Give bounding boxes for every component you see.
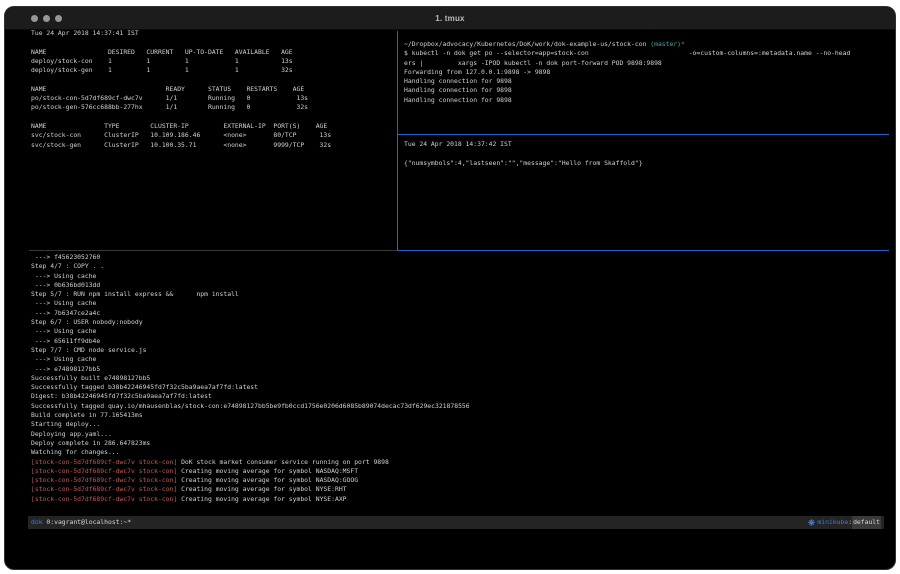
pane-divider-horizontal-active-bottom xyxy=(397,250,889,251)
pane-port-forward[interactable]: ~/Dropbox/advocacy/Kubernetes/DoK/work/d… xyxy=(404,40,850,105)
terminal-line: po/stock-gen-576cc688bb-277hx 1/1 Runnin… xyxy=(31,103,331,112)
terminal-line: Step 6/7 : USER nobody:nobody xyxy=(31,318,470,327)
terminal-line: Watching for changes... xyxy=(31,448,470,457)
terminal-line: Build complete in 77.165413ms xyxy=(31,411,470,420)
terminal-line: Successfully tagged quay.io/mhausenblas/… xyxy=(31,402,470,411)
terminal-line: Starting deploy... xyxy=(31,420,470,429)
terminal-line: ---> Using cache xyxy=(31,272,470,281)
terminal-line: ers | xargs -IPOD kubectl -n dok port-fo… xyxy=(404,59,850,68)
window-titlebar: 1. tmux xyxy=(5,7,895,30)
kube-context: minikube xyxy=(817,516,848,529)
window-label[interactable]: 0:vagrant@localhost:~* xyxy=(46,516,131,529)
terminal-line: deploy/stock-gen 1 1 1 1 32s xyxy=(31,66,331,75)
pane-divider-vertical-active xyxy=(397,134,398,250)
close-button[interactable] xyxy=(31,15,38,22)
terminal-line: NAME DESIRED CURRENT UP-TO-DATE AVAILABL… xyxy=(31,48,331,57)
tmux-status-bar: dok 0:vagrant@localhost:~* minikube:defa… xyxy=(28,516,884,529)
session-name: dok xyxy=(31,516,43,529)
window-title: 1. tmux xyxy=(435,14,464,23)
terminal-line: Deploy complete in 286.647823ms xyxy=(31,439,470,448)
terminal-line: Step 7/7 : CMD node service.js xyxy=(31,346,470,355)
terminal-line: ---> Using cache xyxy=(31,327,470,336)
terminal-window: 1. tmux Tue 24 Apr 2018 14:37:41 IST NAME… xyxy=(4,6,896,570)
terminal-line: NAME TYPE CLUSTER-IP EXTERNAL-IP PORT(S)… xyxy=(31,122,331,131)
pane-kubectl-watch[interactable]: Tue 24 Apr 2018 14:37:41 IST NAME DESIRED… xyxy=(31,29,331,150)
terminal-line: Forwarding from 127.0.0.1:9898 -> 9898 xyxy=(404,68,850,77)
pane-divider-horizontal-left xyxy=(29,250,397,251)
terminal-line: Tue 24 Apr 2018 14:37:42 IST xyxy=(404,140,643,149)
terminal-line: ---> e74898127bb5 xyxy=(31,365,470,374)
terminal-line: po/stock-con-5d7df689cf-dwc7v 1/1 Runnin… xyxy=(31,94,331,103)
pane-curl-output[interactable]: Tue 24 Apr 2018 14:37:42 IST {"numsymbols… xyxy=(404,140,643,168)
terminal-line xyxy=(31,113,331,122)
terminal-line: $ kubectl -n dok get po --selector=app=s… xyxy=(404,49,850,58)
kube-namespace: default xyxy=(852,516,881,529)
terminal-line: ---> 0b636bd013dd xyxy=(31,281,470,290)
pane-divider-horizontal-active-top xyxy=(397,134,889,135)
pane-skaffold-build[interactable]: ---> f45623052760Step 4/7 : COPY . . ---… xyxy=(31,253,470,504)
terminal-line: Deploying app.yaml... xyxy=(31,430,470,439)
terminal-line xyxy=(31,38,331,47)
terminal-line: svc/stock-con ClusterIP 10.109.186.46 <n… xyxy=(31,131,331,140)
terminal-line: Successfully built e74898127bb5 xyxy=(31,374,470,383)
terminal-line: ---> Using cache xyxy=(31,299,470,308)
minimize-button[interactable] xyxy=(43,15,50,22)
terminal-line: [stock-con-5d7df689cf-dwc7v stock-con] D… xyxy=(31,458,470,467)
terminal-line: Handling connection for 9898 xyxy=(404,77,850,86)
terminal-line: NAME READY STATUS RESTARTS AGE xyxy=(31,85,331,94)
terminal-line: Tue 24 Apr 2018 14:37:41 IST xyxy=(31,29,331,38)
terminal-line: svc/stock-gen ClusterIP 10.100.35.71 <no… xyxy=(31,141,331,150)
terminal-line: ---> Using cache xyxy=(31,355,470,364)
terminal-line: Digest: b38b42246945fd7f32c5ba9aea7af7fd… xyxy=(31,392,470,401)
terminal-line: ---> 7b6347ce2a4c xyxy=(31,309,470,318)
terminal-line: ~/Dropbox/advocacy/Kubernetes/DoK/work/d… xyxy=(404,40,850,49)
terminal-line: Step 5/7 : RUN npm install express && np… xyxy=(31,290,470,299)
terminal-line: [stock-con-5d7df689cf-dwc7v stock-con] C… xyxy=(31,495,470,504)
terminal-line: Handling connection for 9898 xyxy=(404,96,850,105)
terminal-line: [stock-con-5d7df689cf-dwc7v stock-con] C… xyxy=(31,467,470,476)
terminal-line xyxy=(404,149,643,158)
terminal-line: [stock-con-5d7df689cf-dwc7v stock-con] C… xyxy=(31,485,470,494)
terminal-line: [stock-con-5d7df689cf-dwc7v stock-con] C… xyxy=(31,476,470,485)
traffic-lights xyxy=(31,7,62,29)
terminal-line: ---> 65611ff9db4e xyxy=(31,337,470,346)
zoom-button[interactable] xyxy=(55,15,62,22)
terminal-line: Handling connection for 9898 xyxy=(404,86,850,95)
terminal-line: ---> f45623052760 xyxy=(31,253,470,262)
terminal-line: deploy/stock-con 1 1 1 1 13s xyxy=(31,57,331,66)
pane-divider-vertical-top xyxy=(397,31,398,134)
terminal-line: Step 4/7 : COPY . . xyxy=(31,262,470,271)
terminal-line xyxy=(31,75,331,84)
helm-icon xyxy=(808,519,815,526)
terminal-line: Successfully tagged b38b42246945fd7f32c5… xyxy=(31,383,470,392)
terminal-line: {"numsymbols":4,"lastseen":"","message":… xyxy=(404,159,643,168)
